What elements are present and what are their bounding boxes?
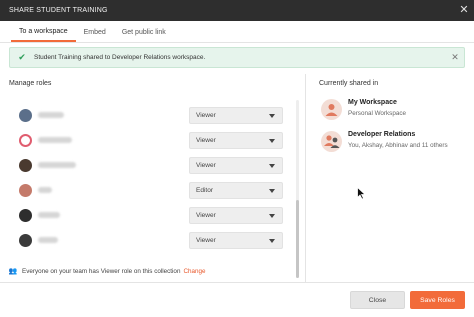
- member-row: Viewer: [19, 107, 284, 124]
- member-row: Viewer: [19, 232, 284, 249]
- avatar: [19, 134, 32, 147]
- banner-close-icon[interactable]: ✕: [446, 52, 464, 63]
- role-select[interactable]: Viewer: [189, 132, 283, 149]
- scrollbar[interactable]: [296, 100, 299, 278]
- member-row: Editor: [19, 182, 284, 199]
- workspace-avatar: [321, 131, 342, 152]
- role-value: Viewer: [196, 112, 216, 119]
- member-row: Viewer: [19, 132, 284, 149]
- workspace-name: Developer Relations: [348, 131, 416, 138]
- role-select[interactable]: Viewer: [189, 157, 283, 174]
- tab-get-public-link[interactable]: Get public link: [114, 29, 174, 42]
- manage-roles-title: Manage roles: [9, 80, 52, 87]
- caret-down-icon: [269, 114, 275, 118]
- workspace-avatar: [321, 99, 342, 120]
- team-icon: 👥: [8, 268, 18, 275]
- role-value: Viewer: [196, 212, 216, 219]
- role-select[interactable]: Editor: [189, 182, 283, 199]
- tab-bar: To a workspace Embed Get public link: [0, 21, 474, 43]
- success-banner: ✔ Student Training shared to Developer R…: [9, 47, 465, 68]
- member-name-blurred: [38, 137, 72, 143]
- save-roles-button[interactable]: Save Roles: [410, 291, 465, 309]
- change-link[interactable]: Change: [183, 268, 205, 275]
- workspace-item[interactable]: My Workspace Personal Workspace: [321, 98, 466, 124]
- avatar: [19, 159, 32, 172]
- role-select[interactable]: Viewer: [189, 107, 283, 124]
- dialog-title: SHARE STUDENT TRAINING: [9, 7, 108, 14]
- member-name-blurred: [38, 237, 58, 243]
- currently-shared-title: Currently shared in: [319, 80, 379, 87]
- note-text: Everyone on your team has Viewer role on…: [22, 267, 181, 275]
- scrollbar-thumb[interactable]: [296, 200, 299, 278]
- role-value: Viewer: [196, 237, 216, 244]
- caret-down-icon: [269, 139, 275, 143]
- dialog-header: SHARE STUDENT TRAINING ✕: [0, 0, 474, 21]
- tab-to-a-workspace[interactable]: To a workspace: [11, 28, 76, 42]
- caret-down-icon: [269, 189, 275, 193]
- member-row: Viewer: [19, 207, 284, 224]
- team-access-note: 👥 Everyone on your team has Viewer role …: [8, 267, 206, 276]
- close-icon[interactable]: ✕: [454, 0, 474, 21]
- role-value: Viewer: [196, 162, 216, 169]
- caret-down-icon: [269, 164, 275, 168]
- member-name-blurred: [38, 212, 60, 218]
- dialog-footer: Close Save Roles: [0, 282, 474, 317]
- panel-divider: [305, 74, 306, 282]
- workspace-name: My Workspace: [348, 99, 397, 106]
- avatar: [19, 109, 32, 122]
- workspace-item[interactable]: Developer Relations You, Akshay, Abhinav…: [321, 130, 466, 156]
- member-name-blurred: [38, 187, 52, 193]
- close-button[interactable]: Close: [350, 291, 405, 309]
- person-icon: [325, 104, 338, 116]
- role-select[interactable]: Viewer: [189, 207, 283, 224]
- check-icon: ✔: [18, 52, 26, 62]
- avatar: [19, 184, 32, 197]
- avatar: [19, 209, 32, 222]
- tab-embed[interactable]: Embed: [76, 29, 114, 42]
- avatar: [19, 234, 32, 247]
- caret-down-icon: [269, 214, 275, 218]
- banner-text: Student Training shared to Developer Rel…: [34, 54, 206, 61]
- role-select[interactable]: Viewer: [189, 232, 283, 249]
- workspace-subtitle: Personal Workspace: [348, 110, 406, 117]
- member-row: Viewer: [19, 157, 284, 174]
- caret-down-icon: [269, 239, 275, 243]
- member-name-blurred: [38, 162, 76, 168]
- role-value: Viewer: [196, 137, 216, 144]
- member-name-blurred: [38, 112, 64, 118]
- workspace-subtitle: You, Akshay, Abhinav and 11 others: [348, 142, 448, 149]
- role-value: Editor: [196, 187, 213, 194]
- team-avatar-icon: [324, 135, 340, 148]
- mouse-pointer-icon: [357, 187, 366, 200]
